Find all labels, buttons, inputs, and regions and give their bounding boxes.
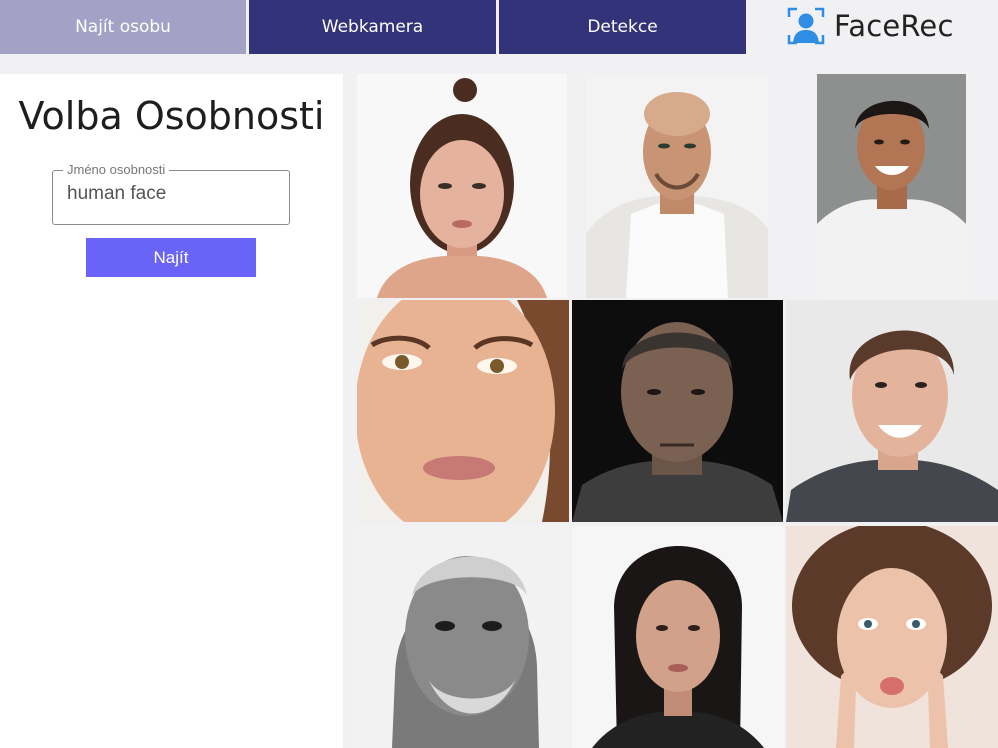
brand-name: FaceRec: [834, 9, 954, 43]
tab-detection[interactable]: Detekce: [499, 0, 746, 54]
person-name-input[interactable]: [67, 181, 277, 207]
panel-title: Volba Osobnosti: [18, 94, 325, 138]
photo-woman-hair-bun[interactable]: [357, 74, 567, 298]
top-navigation: Najít osobu Webkamera Detekce FaceRec: [0, 0, 998, 54]
photo-surprised-curly-woman[interactable]: [786, 526, 998, 748]
find-button[interactable]: Najít: [86, 238, 256, 277]
search-panel: Volba Osobnosti Jméno osobnosti Najít: [0, 74, 343, 748]
photo-elderly-bearded-man[interactable]: [357, 526, 569, 748]
tab-find-person[interactable]: Najít osobu: [0, 0, 246, 54]
face-recognition-icon: [787, 7, 825, 45]
photo-bald-man[interactable]: [586, 74, 768, 298]
photo-older-man-dark-background[interactable]: [572, 300, 783, 522]
photo-smiling-man-white-tshirt[interactable]: [817, 74, 966, 298]
photo-smiling-young-man[interactable]: [786, 300, 998, 522]
photo-dark-haired-woman[interactable]: [572, 526, 784, 748]
tab-webcam[interactable]: Webkamera: [249, 0, 496, 54]
person-name-field: Jméno osobnosti: [52, 162, 290, 225]
brand-logo: FaceRec: [786, 4, 954, 48]
person-name-label: Jméno osobnosti: [63, 162, 170, 177]
photo-young-woman-closeup[interactable]: [357, 300, 569, 522]
